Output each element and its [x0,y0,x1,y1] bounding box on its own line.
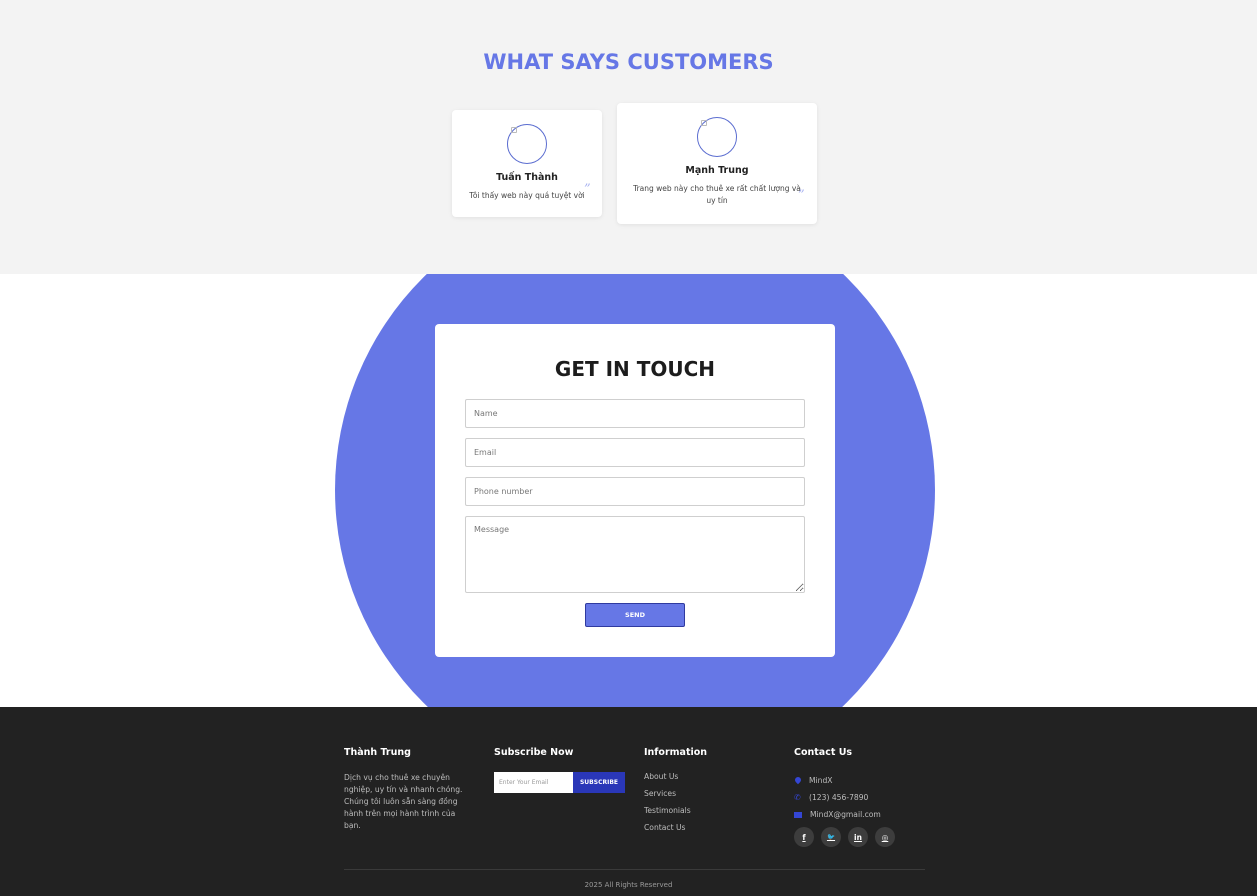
footer-brand-title: Thành Trung [344,747,411,758]
footer-information-column: Information About Us Services Testimonia… [644,747,774,840]
phone-icon: ✆ [794,792,801,802]
quote-icon: ” [584,182,591,197]
address-text: MindX [809,776,833,785]
footer-divider [344,869,925,870]
mail-icon [794,811,802,818]
social-links: f 🐦 in ◎ [794,827,944,847]
testimonials-section: WHAT SAYS CUSTOMERS Tuấn Thành Tôi thấy … [0,0,1257,274]
form-title: GET IN TOUCH [554,357,716,381]
testimonials-title: WHAT SAYS CUSTOMERS [483,50,774,74]
information-title: Information [644,747,708,758]
testimonial-text: Trang web này cho thuê xe rất chất lượng… [633,184,801,205]
location-icon [793,775,803,784]
contact-phone: ✆ (123) 456-7890 [794,789,944,806]
footer-link-contact-us[interactable]: Contact Us [644,823,774,840]
phone-input[interactable] [465,477,805,506]
customer-name: Mạnh Trung [685,165,749,176]
footer-brand-column: Thành Trung Dịch vụ cho thuê xe chuyên n… [344,747,474,832]
testimonial-card: Mạnh Trung Trang web này cho thuê xe rất… [617,103,817,224]
subscribe-form: SUBSCRIBE [494,772,634,793]
subscribe-email-input[interactable] [494,772,573,793]
footer-contact-column: Contact Us MindX ✆ (123) 456-7890 MindX@… [793,747,944,847]
contact-form: GET IN TOUCH SEND [435,324,835,657]
linkedin-icon[interactable]: in [848,827,868,847]
footer: Thành Trung Dịch vụ cho thuê xe chuyên n… [0,707,1257,896]
facebook-icon[interactable]: f [794,827,814,847]
message-textarea[interactable] [465,516,805,593]
instagram-icon[interactable]: ◎ [875,827,895,847]
testimonial-text: Tôi thấy web này quá tuyệt vời [469,191,585,200]
contact-address: MindX [793,772,944,789]
footer-about-text: Dịch vụ cho thuê xe chuyên nghiệp, uy tí… [344,773,463,830]
footer-contact-title: Contact Us [794,747,853,758]
footer-link-about-us[interactable]: About Us [644,772,774,789]
copyright-text: 2025 All Rights Reserved [584,881,673,889]
customer-avatar [507,124,547,164]
customer-name: Tuấn Thành [496,172,558,183]
footer-link-testimonials[interactable]: Testimonials [644,806,774,823]
name-input[interactable] [465,399,805,428]
broken-image-icon [511,127,517,133]
broken-image-icon [701,120,707,126]
footer-subscribe-column: Subscribe Now SUBSCRIBE [494,747,634,793]
customer-avatar [697,117,737,157]
contact-email: MindX@gmail.com [794,806,944,823]
subscribe-button[interactable]: SUBSCRIBE [573,772,625,793]
testimonial-card: Tuấn Thành Tôi thấy web này quá tuyệt vờ… [452,110,602,217]
twitter-icon[interactable]: 🐦 [821,827,841,847]
contact-section: GET IN TOUCH SEND [0,274,1257,707]
email-text: MindX@gmail.com [810,810,881,819]
subscribe-title: Subscribe Now [494,747,574,758]
email-input[interactable] [465,438,805,467]
send-button[interactable]: SEND [585,603,685,627]
quote-icon: ” [798,188,805,203]
phone-text: (123) 456-7890 [809,793,869,802]
footer-link-services[interactable]: Services [644,789,774,806]
